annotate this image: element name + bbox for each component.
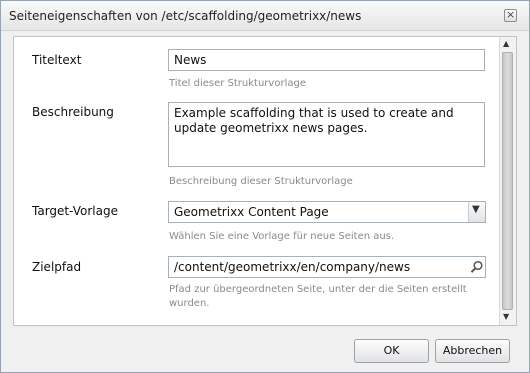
target-path-value: /content/geometrixx/en/company/news [174, 260, 411, 274]
form-panel: Titeltext News Titel dieser Strukturvorl… [13, 36, 517, 326]
scrollbar-thumb[interactable] [502, 52, 513, 310]
target-template-label: Target-Vorlage [32, 204, 118, 218]
target-path-input[interactable]: /content/geometrixx/en/company/news [168, 256, 486, 278]
target-template-value: Geometrixx Content Page [174, 205, 329, 219]
dialog-titlebar[interactable]: Seiteneigenschaften von /etc/scaffolding… [1, 1, 529, 31]
target-path-hint: Pfad zur übergeordneten Seite, unter der… [169, 284, 467, 309]
target-template-select[interactable]: Geometrixx Content Page ▼ [168, 201, 486, 223]
close-button[interactable]: × [504, 8, 517, 22]
dropdown-trigger[interactable]: ▼ [468, 202, 485, 222]
target-template-hint: Wählen Sie eine Vorlage für neue Seiten … [169, 231, 395, 242]
title-text-input[interactable]: News [168, 49, 485, 71]
path-browse-button[interactable] [468, 257, 485, 277]
title-text-hint: Titel dieser Strukturvorlage [169, 78, 306, 89]
scroll-down-arrow-icon[interactable]: ▼ [503, 312, 509, 321]
description-label: Beschreibung [32, 105, 114, 119]
chevron-down-icon: ▼ [472, 204, 480, 215]
search-icon [470, 260, 483, 273]
dialog-title: Seiteneigenschaften von /etc/scaffolding… [9, 9, 362, 23]
form-scrollbar[interactable]: ▲ ▼ [499, 37, 516, 325]
ok-button[interactable]: OK [354, 339, 429, 363]
title-text-value: News [174, 53, 207, 67]
page-properties-dialog: Seiteneigenschaften von /etc/scaffolding… [0, 0, 530, 373]
cancel-button[interactable]: Abbrechen [435, 339, 510, 363]
close-icon: × [506, 8, 516, 21]
description-value: Example scaffolding that is used to crea… [174, 106, 454, 135]
title-text-label: Titeltext [32, 53, 82, 67]
target-path-label: Zielpfad [32, 260, 82, 274]
description-textarea[interactable]: Example scaffolding that is used to crea… [168, 102, 485, 167]
scroll-up-arrow-icon[interactable]: ▲ [503, 39, 509, 48]
description-hint: Beschreibung dieser Strukturvorlage [169, 176, 353, 187]
